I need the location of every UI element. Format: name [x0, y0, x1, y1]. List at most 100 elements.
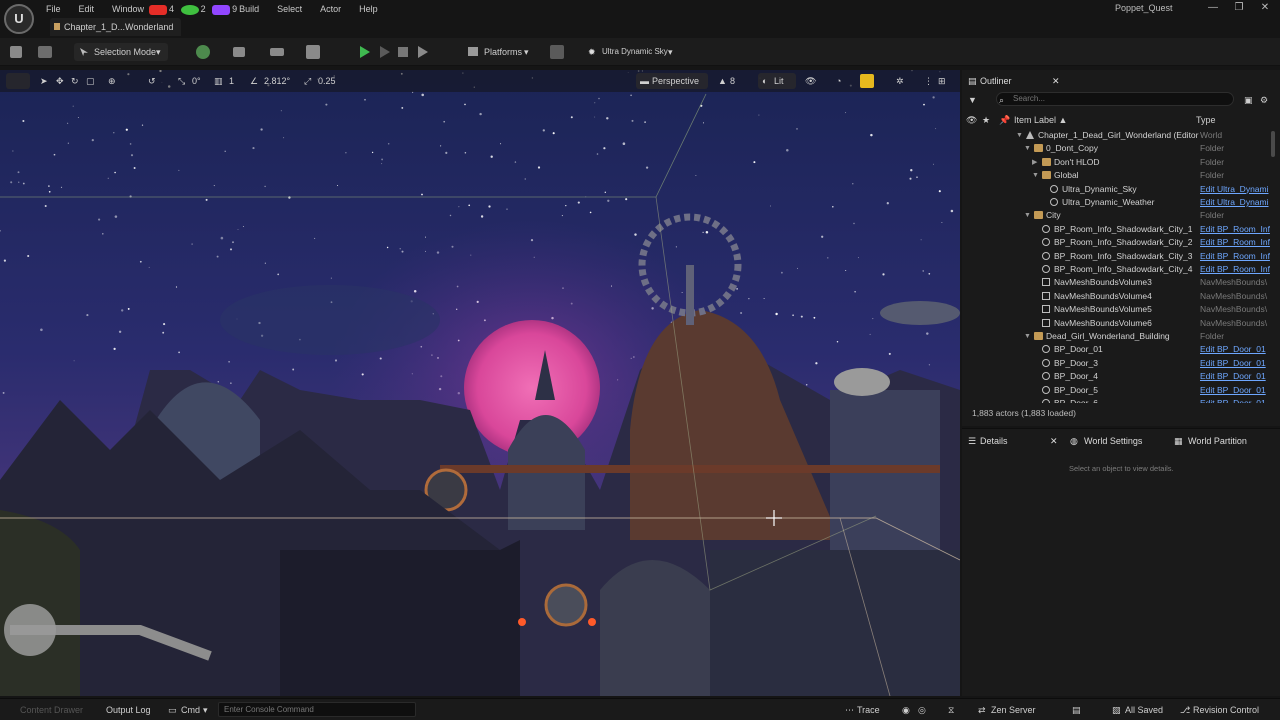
expanded-arrow-icon[interactable]: ▼: [1024, 142, 1032, 155]
row-type-link[interactable]: Edit BP_Room_Inf: [1200, 263, 1270, 276]
perspective-dropdown[interactable]: ▬ Perspective: [636, 73, 708, 89]
output-log-button[interactable]: Output Log: [106, 703, 151, 717]
collapsed-arrow-icon[interactable]: ▶: [1032, 156, 1040, 169]
derived-data-button[interactable]: Zen Server: [991, 703, 1036, 717]
trace-settings-icon[interactable]: ⧖: [948, 703, 954, 717]
expanded-arrow-icon[interactable]: ▼: [1024, 330, 1032, 343]
revision-control-button[interactable]: Revision Control: [1193, 703, 1259, 717]
outliner-row[interactable]: BP_Door_01 Edit BP_Door_01: [962, 343, 1270, 356]
outliner-row[interactable]: ▼ Chapter_1_Dead_Girl_Wonderland (Editor W…: [962, 129, 1270, 142]
outliner-row[interactable]: BP_Door_6 Edit BP_Door_01: [962, 397, 1270, 403]
menu-file[interactable]: File: [37, 2, 70, 16]
grid-size-icon[interactable]: ▥: [214, 74, 223, 88]
expanded-arrow-icon[interactable]: ▼: [1016, 129, 1024, 142]
row-type-link[interactable]: Edit BP_Door_01: [1200, 343, 1270, 356]
outliner-row[interactable]: BP_Room_Info_Shadowdark_City_2 Edit BP_Ro…: [962, 236, 1270, 249]
row-type-link[interactable]: Edit Ultra_Dynami: [1200, 183, 1270, 196]
outliner-row[interactable]: BP_Door_4 Edit BP_Door_01: [962, 370, 1270, 383]
save-status[interactable]: All Saved: [1125, 703, 1163, 717]
play-icon[interactable]: [360, 46, 370, 58]
visibility-column-icon[interactable]: 👁: [966, 113, 977, 127]
stop-icon[interactable]: [398, 47, 408, 57]
build-options-icon[interactable]: [306, 45, 320, 59]
more-icon[interactable]: ⋮: [924, 74, 933, 88]
translate-icon[interactable]: ✥: [56, 74, 64, 88]
grid-snap-icon[interactable]: ⤡: [178, 74, 185, 88]
angle-snap-icon[interactable]: ∠: [250, 74, 258, 88]
level-viewport[interactable]: [0, 70, 960, 696]
grid-size-value[interactable]: 1: [229, 74, 234, 88]
pin-column-icon[interactable]: 📌: [999, 113, 1010, 127]
fov-icon[interactable]: ▲: [718, 74, 727, 88]
outliner-row[interactable]: ▼ Global Folder: [962, 169, 1270, 182]
tab-world-partition[interactable]: World Partition: [1188, 432, 1247, 450]
tab-world-settings[interactable]: World Settings: [1084, 432, 1142, 450]
rotate-icon[interactable]: ↻: [71, 74, 79, 88]
outliner-row[interactable]: BP_Room_Info_Shadowdark_City_4 Edit BP_Ro…: [962, 263, 1270, 276]
outliner-row[interactable]: NavMeshBoundsVolume3 NavMeshBounds\: [962, 276, 1270, 289]
layout-icon[interactable]: ⊞: [938, 74, 946, 88]
filter-icon[interactable]: ▼: [968, 93, 977, 107]
outliner-row[interactable]: ▼ City Folder: [962, 209, 1270, 222]
menu-select[interactable]: Select: [268, 2, 311, 16]
record-icon[interactable]: ◉: [902, 703, 910, 717]
show-flags-icon[interactable]: 👁: [805, 74, 816, 88]
outliner-row[interactable]: ▶ Don't HLOD Folder: [962, 156, 1270, 169]
content-browser-icon[interactable]: [38, 46, 52, 58]
fov-value[interactable]: 8: [730, 74, 735, 88]
add-folder-icon[interactable]: ▣: [1244, 93, 1253, 107]
platforms-dropdown[interactable]: Platforms ▾: [464, 43, 536, 61]
surface-snap-icon[interactable]: ↺: [148, 74, 156, 88]
outliner-row[interactable]: BP_Door_5 Edit BP_Door_01: [962, 384, 1270, 397]
favorite-column-icon[interactable]: ★: [982, 113, 990, 127]
row-type-link[interactable]: Edit BP_Room_Inf: [1200, 250, 1270, 263]
select-icon[interactable]: ➤: [40, 74, 48, 88]
outliner-row[interactable]: ▼ Dead_Girl_Wonderland_Building Folder: [962, 330, 1270, 343]
row-type-link[interactable]: Edit Ultra_Dynami: [1200, 196, 1270, 209]
viewport-settings-icon[interactable]: ✲: [896, 74, 904, 88]
rotation-snap-value[interactable]: 0°: [192, 74, 201, 88]
scale-snap-value[interactable]: 0.25: [318, 74, 336, 88]
notifications-icon[interactable]: ▤: [1072, 703, 1081, 717]
snapshot-icon[interactable]: ◎: [918, 703, 926, 717]
viewport-options-button[interactable]: [6, 73, 30, 89]
outliner-row[interactable]: BP_Door_3 Edit BP_Door_01: [962, 357, 1270, 370]
outliner-row[interactable]: NavMeshBoundsVolume5 NavMeshBounds\: [962, 303, 1270, 316]
world-space-icon[interactable]: ⊕: [108, 74, 116, 88]
angle-snap-value[interactable]: 2.812°: [264, 74, 290, 88]
row-type-link[interactable]: Edit BP_Room_Inf: [1200, 223, 1270, 236]
outliner-row[interactable]: ▼ 0_Dont_Copy Folder: [962, 142, 1270, 155]
close-window-icon[interactable]: ✕: [1252, 0, 1278, 16]
menu-build[interactable]: Build: [239, 2, 268, 16]
menu-help[interactable]: Help: [350, 2, 387, 16]
column-type[interactable]: Type: [1196, 113, 1216, 127]
settings-icon[interactable]: [550, 45, 564, 59]
ultra-dynamic-sky-dropdown[interactable]: ✹ Ultra Dynamic Sky ▾: [586, 43, 678, 61]
scale-icon[interactable]: ▢: [86, 74, 95, 88]
console-command-input[interactable]: Enter Console Command: [218, 702, 416, 717]
outliner-row[interactable]: BP_Room_Info_Shadowdark_City_1 Edit BP_Ro…: [962, 223, 1270, 236]
menu-window[interactable]: Window: [103, 2, 146, 16]
column-item-label[interactable]: Item Label ▲: [1014, 113, 1067, 127]
row-type-link[interactable]: Edit BP_Room_Inf: [1200, 236, 1270, 249]
restore-icon[interactable]: ❐: [1226, 0, 1252, 16]
close-icon[interactable]: ✕: [1050, 432, 1058, 450]
lit-dropdown[interactable]: ◐ Lit: [758, 73, 796, 89]
realtime-icon[interactable]: ◔: [836, 74, 841, 88]
expanded-arrow-icon[interactable]: ▼: [1032, 169, 1040, 182]
cmd-dropdown[interactable]: Cmd: [181, 703, 200, 717]
tab-outliner[interactable]: Outliner: [980, 72, 1012, 90]
outliner-row[interactable]: Ultra_Dynamic_Weather Edit Ultra_Dynami: [962, 196, 1270, 209]
save-icon[interactable]: [10, 46, 22, 58]
settings-gear-icon[interactable]: ⚙: [1260, 93, 1268, 107]
tab-details[interactable]: Details: [980, 432, 1008, 450]
step-icon[interactable]: [380, 46, 390, 58]
row-type-link[interactable]: Edit BP_Door_01: [1200, 384, 1270, 397]
unreal-logo-icon[interactable]: U: [4, 4, 34, 34]
minimize-icon[interactable]: —: [1200, 0, 1226, 16]
selection-mode-dropdown[interactable]: Selection Mode ▾: [74, 43, 168, 61]
close-icon[interactable]: ✕: [1052, 72, 1060, 90]
outliner-row[interactable]: NavMeshBoundsVolume4 NavMeshBounds\: [962, 290, 1270, 303]
expanded-arrow-icon[interactable]: ▼: [1024, 209, 1032, 222]
outliner-row[interactable]: NavMeshBoundsVolume6 NavMeshBounds\: [962, 317, 1270, 330]
